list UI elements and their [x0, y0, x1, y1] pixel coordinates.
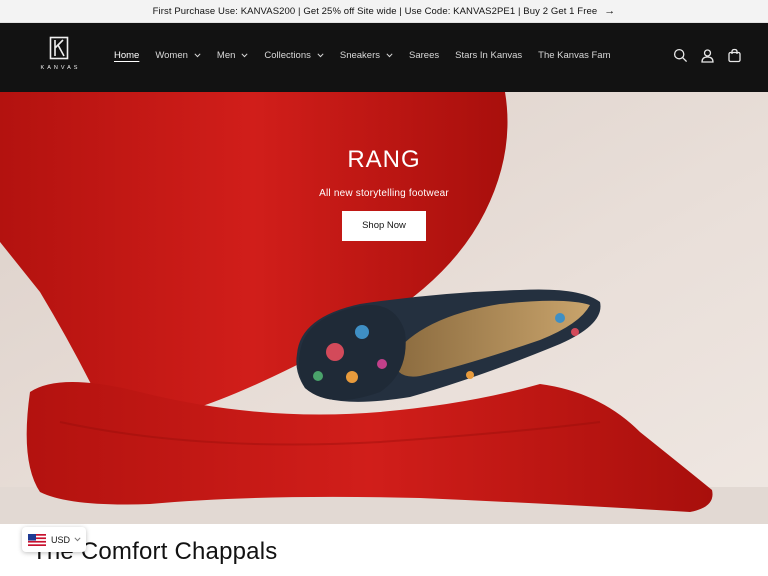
nav-item-sneakers[interactable]: Sneakers [340, 50, 393, 61]
hero-content: RANG All new storytelling footwear Shop … [0, 146, 768, 241]
hero-subtitle: All new storytelling footwear [319, 188, 449, 199]
shop-now-button[interactable]: Shop Now [342, 211, 426, 241]
cart-icon[interactable] [727, 48, 742, 63]
hero-banner[interactable]: RANG All new storytelling footwear Shop … [0, 92, 768, 524]
currency-selector[interactable]: USD [22, 527, 86, 552]
nav-item-stars-in-kanvas[interactable]: Stars In Kanvas [455, 50, 522, 61]
logo[interactable]: KANVAS [28, 29, 90, 85]
site-header: KANVAS Home Women Men Collections Sneake… [0, 23, 768, 92]
chevron-down-icon [241, 53, 248, 58]
nav-item-collections[interactable]: Collections [264, 50, 324, 61]
announcement-bar[interactable]: First Purchase Use: KANVAS200 | Get 25% … [0, 0, 768, 23]
currency-code: USD [51, 534, 71, 545]
arrow-right-icon[interactable]: → [604, 5, 615, 17]
announcement-text: First Purchase Use: KANVAS200 | Get 25% … [152, 5, 598, 17]
main-nav: Home Women Men Collections Sneakers Sare… [114, 50, 627, 61]
nav-item-sarees[interactable]: Sarees [409, 50, 439, 61]
search-icon[interactable] [673, 48, 688, 63]
account-icon[interactable] [700, 48, 715, 63]
nav-label: Home [114, 50, 140, 61]
nav-label: Stars In Kanvas [455, 50, 523, 61]
nav-item-men[interactable]: Men [217, 50, 248, 61]
chevron-down-icon [74, 537, 81, 542]
hero-title: RANG [347, 146, 421, 173]
logo-wordmark: KANVAS [40, 65, 81, 71]
chevron-down-icon [194, 53, 201, 58]
nav-item-women[interactable]: Women [155, 50, 201, 61]
nav-label: Sarees [409, 50, 440, 61]
chevron-down-icon [317, 53, 324, 58]
nav-label: Sneakers [339, 50, 380, 61]
logo-mark-icon [49, 36, 69, 60]
nav-label: Collections [264, 50, 311, 61]
us-flag-icon [28, 533, 46, 546]
header-icons [673, 48, 742, 63]
nav-label: Men [216, 50, 236, 61]
nav-item-the-kanvas-fam[interactable]: The Kanvas Fam [538, 50, 610, 61]
nav-label: Women [155, 50, 188, 61]
chevron-down-icon [386, 53, 393, 58]
nav-item-home[interactable]: Home [114, 50, 139, 61]
nav-label: The Kanvas Fam [538, 50, 611, 61]
